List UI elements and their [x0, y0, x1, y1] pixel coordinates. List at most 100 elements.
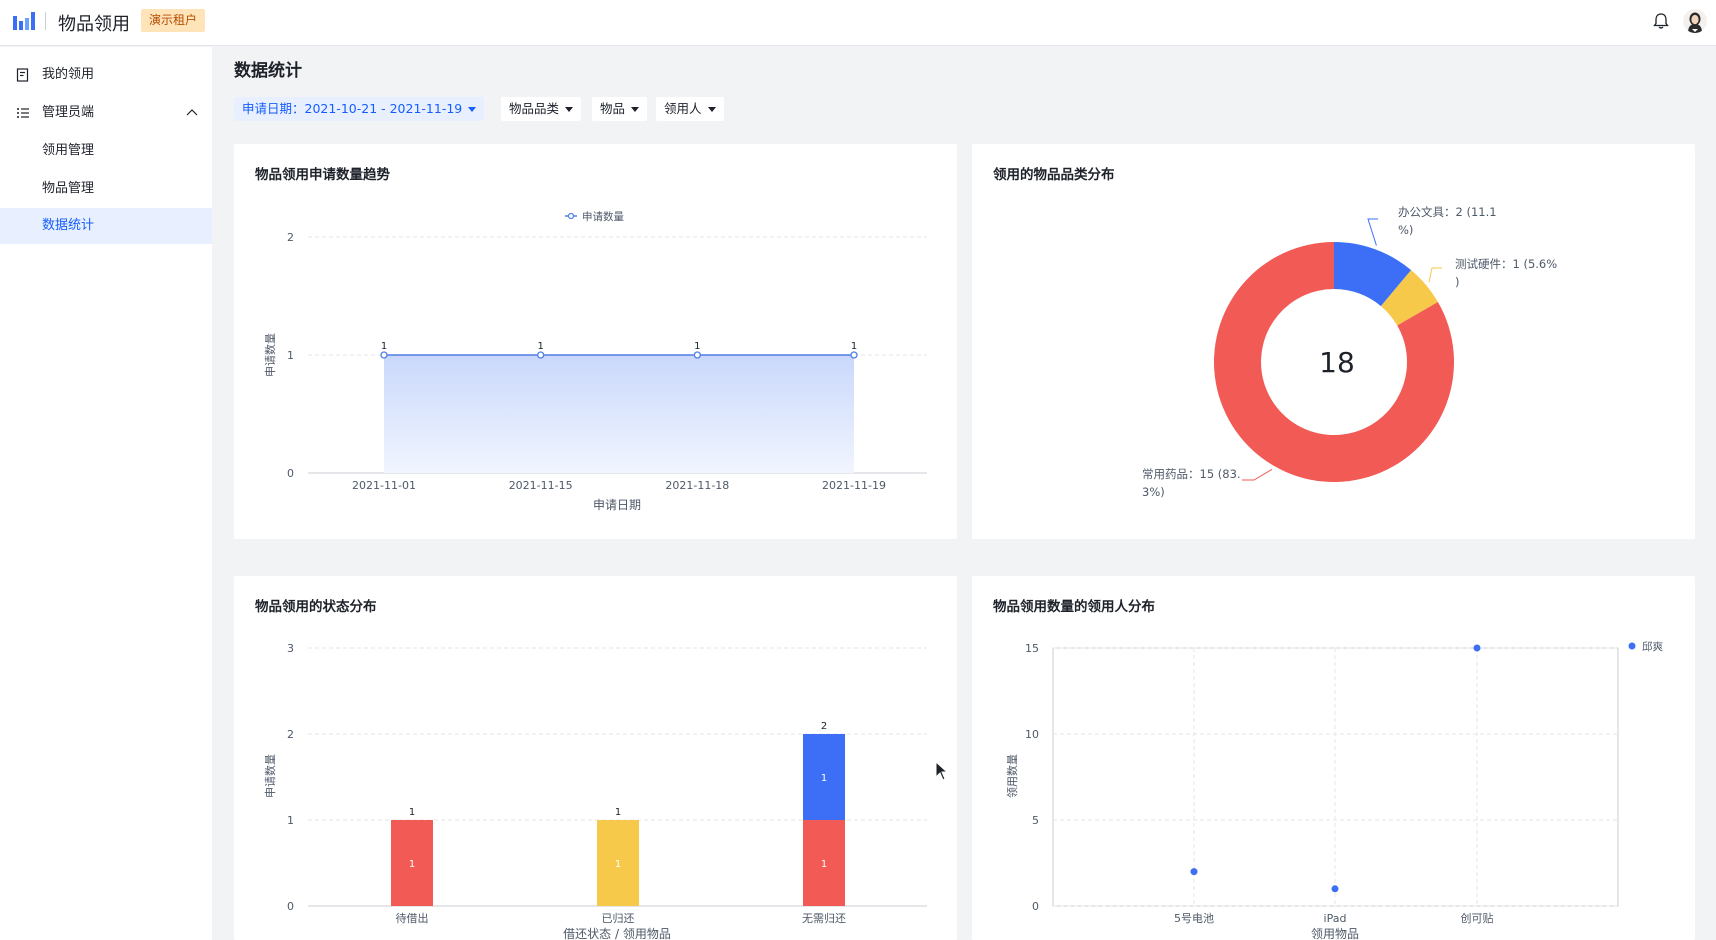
y-tick-label: 0: [287, 900, 294, 913]
mouse-cursor-icon: [935, 761, 949, 781]
sidebar-item-label: 管理员端: [42, 105, 95, 120]
sidebar-item-label: 物品管理: [42, 181, 95, 196]
trend-chart-card: 物品领用申请数量趋势 0 1 2 1 2021-11-01 1 2021-11-15 1 202…: [234, 144, 957, 539]
list-icon: [17, 108, 29, 118]
slice-label: 测试硬件：1 (5.6%): [1455, 257, 1557, 289]
data-point: [380, 351, 388, 359]
sidebar-item-label: 数据统计: [42, 218, 95, 233]
bar-total-label: 2: [821, 721, 827, 732]
sidebar-item-my-requests[interactable]: 我的领用: [0, 57, 212, 93]
requester-filter[interactable]: 领用人: [656, 97, 724, 121]
bar-segment-label: 1: [821, 773, 827, 784]
legend-marker: [567, 212, 575, 220]
slice-label: 办公文具：2 (11.1%): [1398, 205, 1497, 237]
bar-total-label: 1: [615, 807, 621, 818]
label-leader-line: [1367, 218, 1378, 246]
status-bar-chart: 0 1 2 3 1 1 待借出 1 1 已归还 1 1 2 无需归还借还状态 / 领用物品 申请数量: [264, 642, 927, 940]
bar-total-label: 1: [409, 807, 415, 818]
sidebar-item-label: 领用管理: [42, 143, 95, 158]
legend-marker: [1628, 642, 1636, 650]
y-tick-label: 0: [1032, 900, 1039, 913]
tenant-badge[interactable]: 演示租户: [141, 9, 206, 32]
y-tick-label: 0: [287, 467, 294, 480]
bar-segment-label: 1: [409, 859, 415, 870]
category-filter[interactable]: 物品品类: [501, 97, 582, 121]
top-bar: 物品领用 演示租户: [0, 0, 1716, 46]
caret-down-icon: [565, 107, 574, 112]
status-chart-card: 物品领用的状态分布 0 1 2 3 1 1 待借出 1 1 已归还 1 1 2 无需归还 借还状态 / 领用…: [234, 576, 957, 940]
data-label: 1: [851, 341, 857, 352]
y-axis-label: 领用数量: [1006, 754, 1019, 798]
data-label: 1: [381, 341, 387, 352]
legend-label: 邱爽: [1642, 640, 1664, 653]
chevron-up-icon[interactable]: [186, 108, 198, 116]
x-tick-label: 待借出: [396, 911, 429, 925]
data-point: [850, 351, 858, 359]
x-tick-label: 2021-11-18: [665, 479, 729, 492]
document-icon: [16, 68, 29, 82]
header-divider: [45, 12, 46, 30]
trend-chart: 0 1 2 1 2021-11-01 1 2021-11-15 1 2021-11-18 1 202…: [264, 210, 927, 512]
caret-down-icon: [631, 107, 640, 112]
app-title: 物品领用: [58, 14, 130, 35]
x-tick-label: 2021-11-19: [822, 479, 886, 492]
x-tick-label: 2021-11-01: [352, 479, 416, 492]
logo-icon[interactable]: [13, 10, 37, 30]
data-label: 1: [537, 341, 543, 352]
y-tick-label: 10: [1025, 728, 1039, 741]
sidebar: 我的领用 管理员端 领用管理 物品管理 数据统计: [0, 47, 212, 940]
y-tick-label: 1: [287, 349, 294, 362]
y-tick-label: 3: [287, 642, 294, 655]
label-leader-line: [1428, 267, 1442, 283]
sidebar-item-item-management[interactable]: 物品管理: [0, 171, 212, 207]
y-tick-label: 2: [287, 231, 294, 244]
item-filter[interactable]: 物品: [592, 97, 648, 121]
page-title: 数据统计: [234, 61, 302, 81]
data-point: [537, 351, 545, 359]
y-axis-label: 申请数量: [264, 754, 277, 798]
x-tick-label: 2021-11-15: [509, 479, 573, 492]
avatar[interactable]: [1683, 9, 1707, 33]
y-tick-label: 2: [287, 728, 294, 741]
y-axis-label: 申请数量: [264, 333, 277, 377]
donut-center-total: 18: [1319, 346, 1355, 379]
bell-icon[interactable]: [1652, 12, 1670, 30]
label-leader-line: [1242, 468, 1273, 481]
data-label: 1: [694, 341, 700, 352]
scatter-point: [1190, 868, 1198, 876]
x-tick-label: 无需归还: [802, 911, 846, 925]
x-tick-label: iPad: [1324, 912, 1347, 925]
y-tick-label: 15: [1025, 642, 1039, 655]
filter-label: 物品品类: [509, 101, 560, 116]
filter-label: 申请日期：2021-10-21 - 2021-11-19: [242, 101, 463, 116]
person-chart-card: 物品领用数量的领用人分布 0 5 10 15 5号电池 iPad 创可贴 领用物品 领用数量 邱爽: [972, 576, 1695, 940]
sidebar-item-label: 我的领用: [42, 67, 95, 82]
x-tick-label: 创可贴: [1461, 911, 1494, 925]
bar-segment-label: 1: [615, 859, 621, 870]
sidebar-item-statistics[interactable]: 数据统计: [0, 208, 212, 244]
caret-down-icon: [707, 107, 716, 112]
scatter-point: [1473, 644, 1481, 652]
y-tick-label: 1: [287, 814, 294, 827]
filter-label: 领用人: [664, 101, 702, 116]
x-axis-label: 申请日期: [593, 498, 641, 512]
sidebar-item-admin[interactable]: 管理员端: [0, 95, 212, 131]
x-axis-label: 借还状态 / 领用物品: [563, 927, 671, 940]
category-donut-chart: 办公文具：2 (11.1 %) 测试硬件：1 (5.6%) 常用药品：15 (83. 3…: [1142, 205, 1557, 499]
x-tick-label: 已归还: [602, 911, 635, 925]
category-chart-card: 领用的物品品类分布 办公文具：2 (11.1%) 测试硬件：1 (5.6%) 常用药…: [972, 144, 1695, 539]
x-axis-label: 领用物品: [1311, 927, 1359, 940]
date-range-filter[interactable]: 申请日期：2021-10-21 - 2021-11-19: [234, 97, 485, 121]
y-tick-label: 5: [1032, 814, 1039, 827]
slice-label: 常用药品：15 (83. 3%): [1142, 467, 1241, 499]
legend-label: 申请数量: [582, 210, 624, 223]
sidebar-item-request-management[interactable]: 领用管理: [0, 133, 212, 169]
area-fill: [384, 355, 854, 473]
data-point: [693, 351, 701, 359]
bar-segment-label: 1: [821, 859, 827, 870]
filter-label: 物品: [600, 101, 626, 116]
person-scatter-chart: 0 5 10 15 5号电池 iPad 创可贴领用物品 领用数量 邱爽: [1006, 640, 1664, 940]
caret-down-icon: [468, 107, 477, 112]
x-tick-label: 5号电池: [1174, 912, 1214, 925]
scatter-point: [1331, 885, 1339, 893]
